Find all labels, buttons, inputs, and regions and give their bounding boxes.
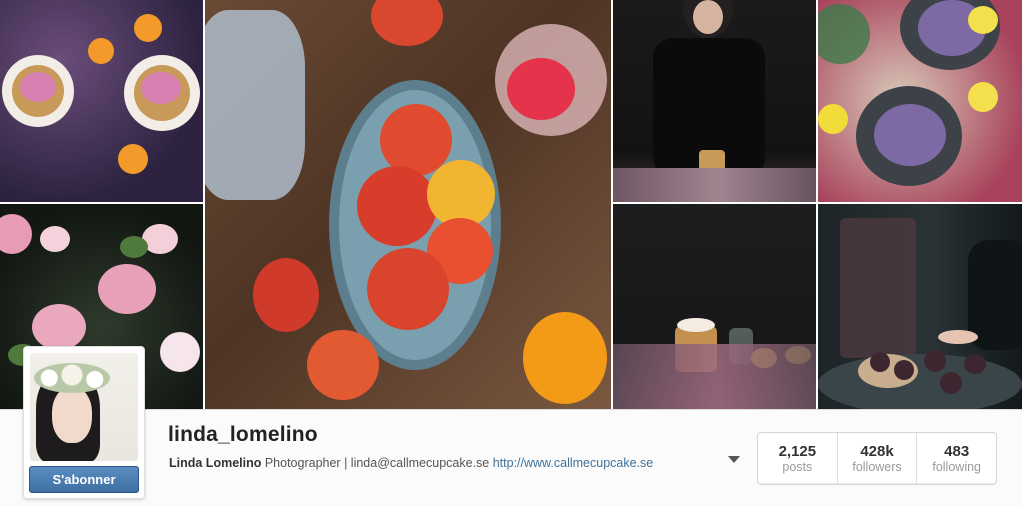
photo-tile-berries[interactable] bbox=[818, 204, 1022, 409]
photo-tile-waffles[interactable] bbox=[0, 0, 203, 202]
stat-following[interactable]: 483 following bbox=[917, 433, 996, 484]
bio-text: Photographer | linda@callmecupcake.se bbox=[264, 456, 490, 470]
bio-line: Linda Lomelino Photographer | linda@call… bbox=[169, 456, 653, 470]
stat-posts-value: 2,125 bbox=[778, 442, 817, 460]
photo-tile-pancake-stack[interactable] bbox=[613, 204, 816, 409]
photo-mosaic bbox=[0, 0, 1022, 409]
avatar[interactable] bbox=[30, 353, 138, 461]
stat-posts[interactable]: 2,125 posts bbox=[758, 433, 838, 484]
stat-followers-value: 428k bbox=[860, 442, 894, 460]
avatar-flower-crown bbox=[34, 363, 110, 393]
stat-following-value: 483 bbox=[944, 442, 970, 460]
website-link[interactable]: http://www.callmecupcake.se bbox=[493, 456, 654, 470]
full-name: Linda Lomelino bbox=[169, 456, 262, 470]
username: linda_lomelino bbox=[168, 423, 318, 446]
stat-following-label: following bbox=[932, 459, 981, 474]
photo-tile-woman-pancakes[interactable] bbox=[613, 0, 816, 202]
stat-followers[interactable]: 428k followers bbox=[838, 433, 918, 484]
avatar-face bbox=[52, 387, 92, 443]
stat-posts-label: posts bbox=[782, 459, 813, 474]
photo-tile-pancake-plates[interactable] bbox=[818, 0, 1022, 202]
photo-tile-blood-oranges[interactable] bbox=[205, 0, 611, 409]
stats-box: 2,125 posts 428k followers 483 following bbox=[757, 432, 997, 485]
caret-down-icon[interactable] bbox=[727, 455, 743, 465]
avatar-card: S'abonner bbox=[23, 346, 145, 499]
stat-followers-label: followers bbox=[852, 459, 902, 474]
follow-button[interactable]: S'abonner bbox=[29, 466, 139, 493]
